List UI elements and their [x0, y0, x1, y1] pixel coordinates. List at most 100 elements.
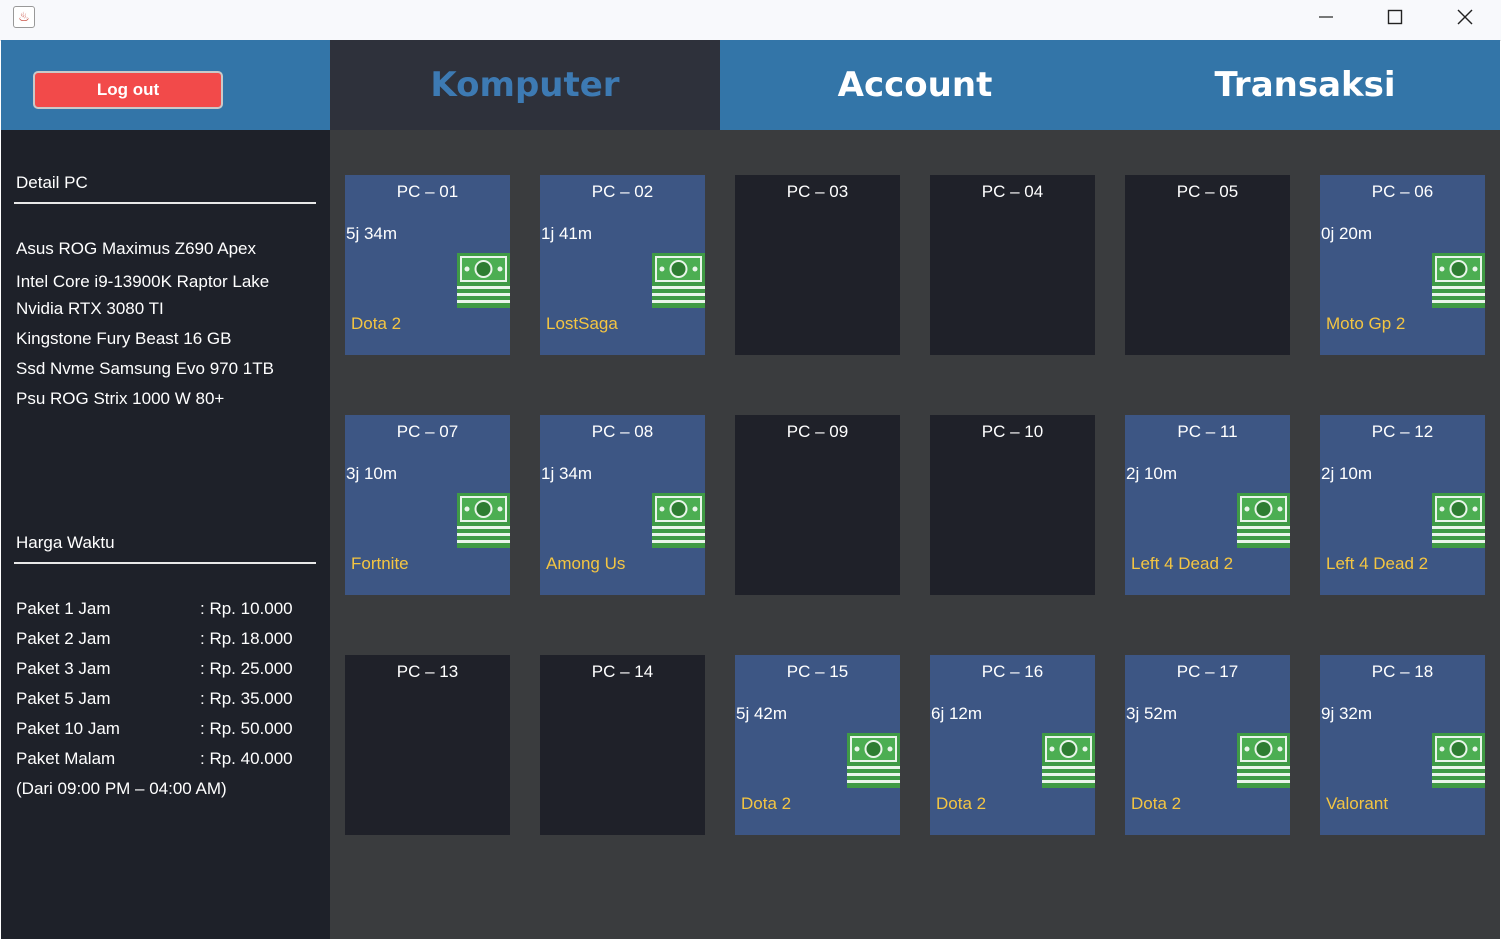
spec-item: Kingstone Fury Beast 16 GB	[16, 329, 232, 348]
price-value: : Rp. 18.000	[200, 629, 293, 648]
pc-name: PC – 05	[1176, 182, 1239, 201]
price-name: Paket 1 Jam	[16, 599, 111, 618]
money-bill-icon[interactable]	[1432, 253, 1485, 308]
night-package-note: (Dari 09:00 PM – 04:00 AM)	[16, 779, 227, 798]
pc-tile-09[interactable]: PC – 09	[735, 415, 900, 595]
pc-name: PC – 16	[981, 662, 1044, 681]
pc-tile-11[interactable]: PC – 11 2j 10m Left 4 Dead 2	[1125, 415, 1290, 595]
pc-game: Fortnite	[351, 554, 409, 573]
pc-tile-18[interactable]: PC – 18 9j 32m Valorant	[1320, 655, 1485, 835]
pc-game: Left 4 Dead 2	[1131, 554, 1234, 573]
window-titlebar: ♨	[0, 0, 1501, 41]
tab-account[interactable]: Account	[720, 40, 1110, 130]
tab-transaksi[interactable]: Transaksi	[1110, 40, 1500, 130]
pc-game: Dota 2	[741, 794, 792, 813]
divider	[14, 202, 316, 204]
pc-game: Left 4 Dead 2	[1326, 554, 1429, 573]
price-name: Paket 2 Jam	[16, 629, 111, 648]
minimize-button[interactable]	[1291, 0, 1361, 34]
pc-time-remaining: 1j 41m	[541, 224, 593, 243]
pc-tile-15[interactable]: PC – 15 5j 42m Dota 2	[735, 655, 900, 835]
pc-game: LostSaga	[546, 314, 618, 333]
price-value: : Rp. 35.000	[200, 689, 293, 708]
spec-item: Nvidia RTX 3080 TI	[16, 299, 164, 318]
pc-time-remaining: 9j 32m	[1321, 704, 1373, 723]
pc-name: PC – 01	[396, 182, 459, 201]
money-bill-icon[interactable]	[1042, 733, 1095, 788]
pc-game: Valorant	[1326, 794, 1389, 813]
pc-name: PC – 06	[1371, 182, 1434, 201]
price-value: : Rp. 25.000	[200, 659, 293, 678]
pc-time-remaining: 1j 34m	[541, 464, 593, 483]
price-name: Paket 10 Jam	[16, 719, 120, 738]
pc-time-remaining: 2j 10m	[1126, 464, 1178, 483]
pc-time-remaining: 2j 10m	[1321, 464, 1373, 483]
pc-game: Moto Gp 2	[1326, 314, 1406, 333]
pc-tile-05[interactable]: PC – 05	[1125, 175, 1290, 355]
pc-tile-14[interactable]: PC – 14	[540, 655, 705, 835]
money-bill-icon[interactable]	[1432, 493, 1485, 548]
pc-time-remaining: 6j 12m	[931, 704, 983, 723]
pc-name: PC – 04	[981, 182, 1044, 201]
pc-name: PC – 12	[1371, 422, 1434, 441]
close-button[interactable]	[1430, 0, 1500, 34]
money-bill-icon[interactable]	[457, 493, 510, 548]
maximize-icon	[1387, 9, 1403, 25]
money-bill-icon[interactable]	[1237, 733, 1290, 788]
logout-button[interactable]: Log out	[33, 71, 223, 109]
price-title: Harga Waktu	[16, 533, 115, 552]
pc-name: PC – 15	[786, 662, 849, 681]
price-name: Paket Malam	[16, 749, 116, 768]
pc-time-remaining: 3j 10m	[346, 464, 398, 483]
pc-name: PC – 02	[591, 182, 654, 201]
money-bill-icon[interactable]	[847, 733, 900, 788]
pc-tile-10[interactable]: PC – 10	[930, 415, 1095, 595]
price-value: : Rp. 40.000	[200, 749, 293, 768]
java-cup-icon: ♨	[13, 6, 35, 28]
spec-item: Ssd Nvme Samsung Evo 970 1TB	[16, 359, 274, 378]
pc-tile-06[interactable]: PC – 06 0j 20m Moto Gp 2	[1320, 175, 1485, 355]
price-value: : Rp. 10.000	[200, 599, 293, 618]
pc-name: PC – 18	[1371, 662, 1434, 681]
maximize-button[interactable]	[1360, 0, 1430, 34]
pc-tile-02[interactable]: PC – 02 1j 41m LostSaga	[540, 175, 705, 355]
pc-name: PC – 09	[786, 422, 849, 441]
pc-tile-01[interactable]: PC – 01 5j 34m Dota 2	[345, 175, 510, 355]
pc-time-remaining: 0j 20m	[1321, 224, 1373, 243]
spec-item: Psu ROG Strix 1000 W 80+	[16, 389, 225, 408]
money-bill-icon[interactable]	[652, 253, 705, 308]
tab-komputer[interactable]: Komputer	[330, 40, 720, 130]
detail-pc-title: Detail PC	[16, 173, 88, 192]
pc-game: Dota 2	[351, 314, 402, 333]
pc-name: PC – 08	[591, 422, 654, 441]
pc-name: PC – 13	[396, 662, 459, 681]
spec-item: Asus ROG Maximus Z690 Apex	[16, 239, 256, 258]
money-bill-icon[interactable]	[1432, 733, 1485, 788]
pc-tile-04[interactable]: PC – 04	[930, 175, 1095, 355]
money-bill-icon[interactable]	[1237, 493, 1290, 548]
pc-name: PC – 07	[396, 422, 459, 441]
pc-time-remaining: 3j 52m	[1126, 704, 1178, 723]
logout-area: Log out	[1, 40, 330, 130]
pc-name: PC – 03	[786, 182, 849, 201]
pc-name: PC – 10	[981, 422, 1044, 441]
price-value: : Rp. 50.000	[200, 719, 293, 738]
money-bill-icon[interactable]	[652, 493, 705, 548]
pc-tile-07[interactable]: PC – 07 3j 10m Fortnite	[345, 415, 510, 595]
pc-name: PC – 17	[1176, 662, 1239, 681]
minimize-icon	[1319, 16, 1333, 18]
pc-time-remaining: 5j 42m	[736, 704, 788, 723]
pc-game: Dota 2	[1131, 794, 1182, 813]
pc-tile-13[interactable]: PC – 13	[345, 655, 510, 835]
spec-item: Intel Core i9-13900K Raptor Lake	[16, 272, 270, 291]
pc-game: Dota 2	[936, 794, 987, 813]
pc-tile-03[interactable]: PC – 03	[735, 175, 900, 355]
pc-name: PC – 14	[591, 662, 654, 681]
pc-tile-08[interactable]: PC – 08 1j 34m Among Us	[540, 415, 705, 595]
pc-tile-12[interactable]: PC – 12 2j 10m Left 4 Dead 2	[1320, 415, 1485, 595]
money-bill-icon[interactable]	[457, 253, 510, 308]
pc-tile-17[interactable]: PC – 17 3j 52m Dota 2	[1125, 655, 1290, 835]
left-panel: Log out Detail PC Asus ROG Maximus Z690 …	[1, 40, 330, 939]
divider	[14, 562, 316, 564]
pc-tile-16[interactable]: PC – 16 6j 12m Dota 2	[930, 655, 1095, 835]
